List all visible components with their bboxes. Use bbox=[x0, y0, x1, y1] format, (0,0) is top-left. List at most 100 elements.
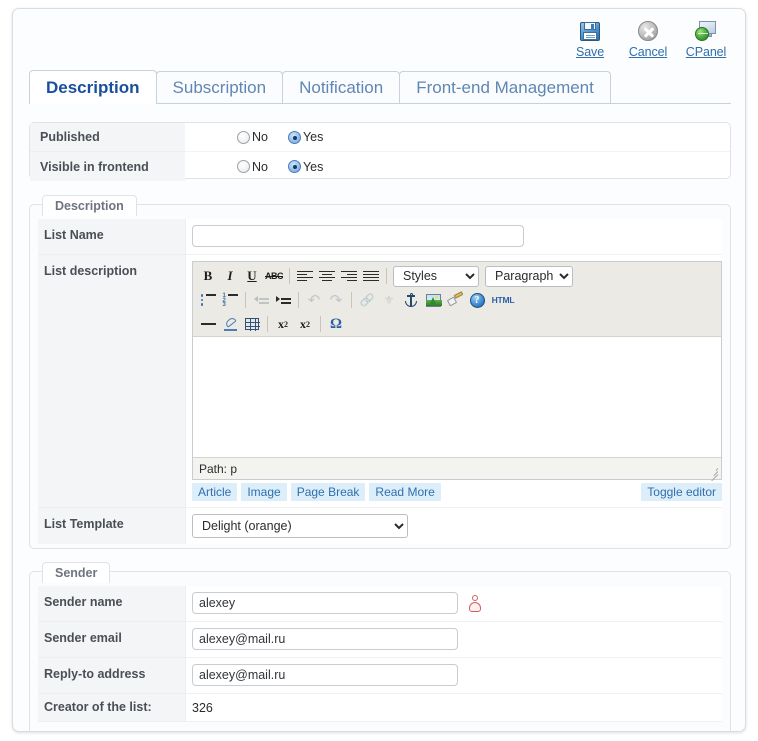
sender-name-row: Sender name bbox=[38, 586, 722, 622]
numbered-list-icon[interactable]: 123 bbox=[219, 290, 241, 311]
cancel-button[interactable]: Cancel bbox=[619, 15, 677, 62]
description-fieldset-legend: Description bbox=[42, 195, 137, 216]
list-template-select[interactable]: Delight (orange) bbox=[192, 514, 408, 538]
list-name-input[interactable] bbox=[192, 225, 524, 247]
bullet-list-icon[interactable] bbox=[197, 290, 219, 311]
indent-icon[interactable] bbox=[272, 290, 294, 311]
visible-in-frontend-row: Visible in frontend No Yes bbox=[30, 152, 730, 181]
radio-dot-icon bbox=[237, 160, 250, 173]
save-button[interactable]: Save bbox=[561, 15, 619, 62]
undo-icon[interactable]: ↶ bbox=[303, 290, 325, 311]
reply-to-address-input[interactable] bbox=[192, 664, 458, 686]
sender-fieldset-legend: Sender bbox=[42, 562, 111, 583]
separator bbox=[267, 316, 268, 332]
separator bbox=[320, 316, 321, 332]
tab-description-label: Description bbox=[46, 77, 140, 97]
cpanel-button-label: CPanel bbox=[685, 45, 727, 59]
table-icon[interactable] bbox=[241, 314, 263, 335]
list-description-label: List description bbox=[38, 255, 186, 508]
editor-extended-buttons: Article Image Page Break Read More Toggl… bbox=[192, 483, 722, 501]
visible-radio-group: No Yes bbox=[237, 160, 323, 174]
visible-radio-yes[interactable]: Yes bbox=[287, 159, 324, 174]
cancel-circle-icon bbox=[620, 18, 676, 44]
description-fieldset: Description List Name List description B… bbox=[29, 194, 731, 549]
tab-subscription-label: Subscription bbox=[172, 77, 267, 97]
paragraph-select[interactable]: Paragraph bbox=[485, 265, 573, 287]
rich-text-editor: B I U ABC Styles Paragraph 1 2 3 ↶ ↷ 🔗 ⚜… bbox=[192, 261, 722, 482]
editor-toolbar-row-2: 123 ↶ ↷ 🔗 ⚜ ? HTML bbox=[195, 288, 719, 312]
align-left-icon[interactable] bbox=[294, 266, 316, 287]
separator bbox=[289, 268, 290, 284]
published-radio-no[interactable]: No bbox=[237, 130, 268, 144]
insert-article-button[interactable]: Article bbox=[192, 483, 238, 501]
editor-content-area[interactable] bbox=[193, 337, 721, 457]
editor-toolbar-row-1: B I U ABC Styles Paragraph bbox=[195, 264, 719, 288]
special-char-icon[interactable]: Ω bbox=[325, 314, 347, 335]
visible-in-frontend-label: Visible in frontend bbox=[30, 152, 185, 181]
align-justify-icon[interactable] bbox=[360, 266, 382, 287]
sender-email-input[interactable] bbox=[192, 628, 458, 650]
published-radio-no-label: No bbox=[252, 130, 268, 144]
link-icon[interactable]: 🔗 bbox=[356, 290, 378, 311]
tab-notification-label: Notification bbox=[299, 77, 384, 97]
tab-subscription[interactable]: Subscription bbox=[155, 71, 284, 103]
insert-page-break-button[interactable]: Page Break bbox=[290, 483, 366, 501]
visible-radio-yes-label: Yes bbox=[302, 159, 324, 174]
tab-front-end-management[interactable]: Front-end Management bbox=[399, 71, 611, 103]
underline-icon[interactable]: U bbox=[241, 266, 263, 287]
reply-to-address-label: Reply-to address bbox=[38, 658, 186, 694]
html-source-icon[interactable]: HTML bbox=[488, 290, 518, 311]
image-icon[interactable] bbox=[422, 290, 444, 311]
align-center-icon[interactable] bbox=[316, 266, 338, 287]
outdent-icon[interactable] bbox=[250, 290, 272, 311]
editor-toolbar-row-3: x2 x2 Ω bbox=[195, 312, 719, 336]
user-icon[interactable] bbox=[468, 595, 482, 613]
horizontal-rule-icon[interactable] bbox=[197, 314, 219, 335]
reply-to-address-row: Reply-to address bbox=[38, 658, 722, 694]
strikethrough-icon[interactable]: ABC bbox=[263, 266, 285, 287]
sender-email-row: Sender email bbox=[38, 622, 722, 658]
visible-radio-no[interactable]: No bbox=[237, 160, 268, 174]
toggle-editor-button[interactable]: Toggle editor bbox=[641, 483, 722, 501]
creator-of-the-list-value: 326 bbox=[192, 701, 213, 715]
published-radio-yes[interactable]: Yes bbox=[287, 130, 323, 144]
eraser-icon[interactable] bbox=[219, 314, 241, 335]
insert-image-button[interactable]: Image bbox=[241, 483, 287, 501]
styles-select[interactable]: Styles bbox=[393, 265, 479, 287]
publish-flags-panel: Published No Yes Visible in frontend No … bbox=[29, 122, 731, 181]
floppy-disk-icon bbox=[562, 18, 618, 44]
cpanel-button[interactable]: CPanel bbox=[677, 15, 735, 62]
separator bbox=[298, 292, 299, 308]
bold-icon[interactable]: B bbox=[197, 266, 219, 287]
insert-read-more-button[interactable]: Read More bbox=[369, 483, 441, 501]
sender-name-input[interactable] bbox=[192, 592, 458, 614]
tab-notification[interactable]: Notification bbox=[282, 71, 401, 103]
published-radio-group: No Yes bbox=[237, 130, 323, 144]
subscript-icon[interactable]: x2 bbox=[272, 314, 294, 335]
creator-of-the-list-label: Creator of the list: bbox=[38, 694, 186, 722]
editor-toolbar: B I U ABC Styles Paragraph 1 2 3 ↶ ↷ 🔗 ⚜… bbox=[193, 262, 721, 337]
radio-dot-selected-icon bbox=[287, 130, 301, 144]
sender-name-label: Sender name bbox=[38, 586, 186, 622]
cpanel-globe-icon bbox=[678, 18, 734, 44]
tab-front-end-management-label: Front-end Management bbox=[416, 77, 594, 97]
radio-dot-selected-icon bbox=[287, 160, 301, 173]
list-name-row: List Name bbox=[38, 219, 722, 255]
visible-radio-no-label: No bbox=[252, 159, 268, 174]
cleanup-brush-icon[interactable] bbox=[444, 290, 466, 311]
separator bbox=[245, 292, 246, 308]
redo-icon[interactable]: ↷ bbox=[325, 290, 347, 311]
align-right-icon[interactable] bbox=[338, 266, 360, 287]
anchor-icon[interactable] bbox=[400, 290, 422, 311]
italic-icon[interactable]: I bbox=[219, 266, 241, 287]
superscript-icon[interactable]: x2 bbox=[294, 314, 316, 335]
help-icon[interactable]: ? bbox=[466, 290, 488, 311]
resize-grip-icon[interactable] bbox=[707, 466, 719, 482]
tab-description[interactable]: Description bbox=[29, 70, 157, 104]
separator bbox=[386, 268, 387, 284]
editor-path-label: Path: p bbox=[199, 461, 238, 476]
list-template-label: List Template bbox=[38, 508, 186, 544]
top-toolbar: Save Cancel CPanel bbox=[561, 15, 735, 62]
sender-fieldset: Sender Sender name Sender email Reply-to… bbox=[29, 561, 731, 731]
unlink-icon[interactable]: ⚜ bbox=[378, 290, 400, 311]
